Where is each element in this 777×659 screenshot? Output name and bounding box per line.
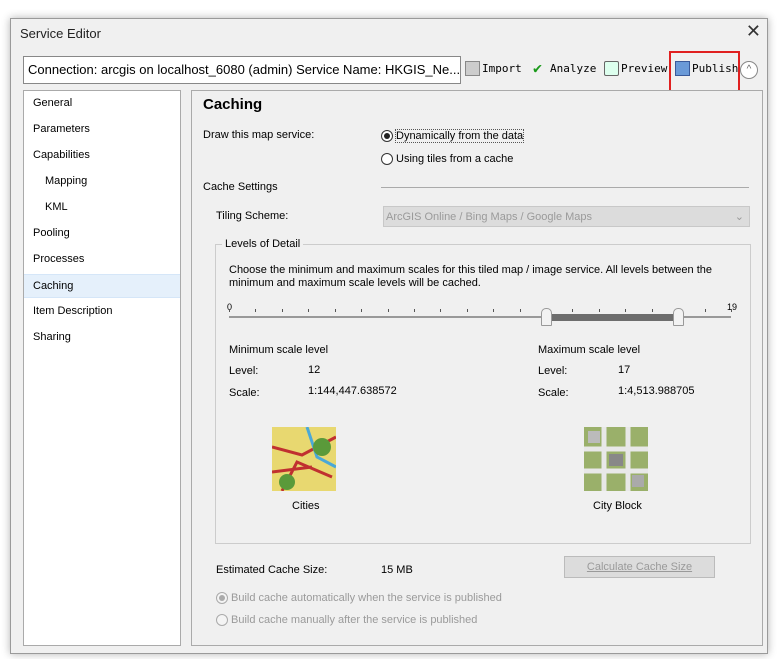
min-scale-label: Scale:	[229, 387, 260, 399]
import-button[interactable]: Import	[465, 61, 522, 76]
slider-range	[546, 314, 679, 321]
slider-tick	[731, 309, 732, 312]
preview-icon	[604, 61, 619, 76]
draw-label: Draw this map service:	[203, 129, 315, 141]
tiling-label: Tiling Scheme:	[216, 210, 289, 222]
cache-settings-label: Cache Settings	[203, 181, 278, 193]
slider-thumb-max[interactable]	[673, 308, 685, 326]
slider-tick	[440, 309, 442, 312]
import-icon	[465, 61, 480, 76]
city-block-image	[584, 427, 648, 491]
city-block-label: City Block	[593, 500, 642, 512]
sidebar-item-item-description[interactable]: Item Description	[24, 300, 180, 324]
chevron-down-icon: ⌄	[734, 211, 744, 223]
preview-button[interactable]: Preview	[604, 61, 667, 76]
lod-description: Choose the minimum and maximum scales fo…	[229, 264, 712, 289]
slider-tick	[572, 309, 574, 312]
slider-tick	[519, 309, 521, 312]
radio-build-auto[interactable]	[216, 592, 228, 604]
scale-level-slider[interactable]	[229, 306, 732, 336]
radio-build-manual-label[interactable]: Build cache manually after the service i…	[231, 614, 477, 626]
slider-tick	[308, 309, 310, 312]
slider-tick	[598, 309, 600, 312]
slider-tick	[466, 309, 468, 312]
page-title: Caching	[203, 96, 263, 113]
radio-build-auto-label[interactable]: Build cache automatically when the servi…	[231, 592, 502, 604]
sidebar: General Parameters Capabilities Mapping …	[23, 90, 181, 646]
cities-map-image	[272, 427, 336, 491]
slider-tick	[387, 309, 389, 312]
checkmark-icon: ✔	[533, 59, 543, 77]
sidebar-item-sharing[interactable]: Sharing	[24, 326, 180, 350]
min-level-value: 12	[308, 364, 321, 376]
min-scale-title: Minimum scale level	[229, 344, 329, 356]
slider-thumb-min[interactable]	[541, 308, 553, 326]
close-button[interactable]: ✕	[746, 21, 761, 42]
sidebar-item-caching[interactable]: Caching	[24, 274, 180, 298]
cities-label: Cities	[292, 500, 320, 512]
max-level-label: Level:	[538, 365, 568, 377]
sidebar-item-capabilities[interactable]: Capabilities	[24, 144, 180, 168]
slider-tick	[413, 309, 415, 312]
collapse-button[interactable]: ^	[740, 61, 758, 79]
slider-tick	[255, 309, 257, 312]
radio-dynamic-label[interactable]: Dynamically from the data	[394, 129, 525, 143]
radio-tiles[interactable]	[381, 153, 393, 165]
window-title: Service Editor	[20, 26, 101, 41]
radio-build-manual[interactable]	[216, 614, 228, 626]
highlight-box	[669, 51, 740, 95]
sidebar-item-kml[interactable]: KML	[24, 196, 180, 220]
estimated-size-value: 15 MB	[381, 564, 413, 576]
slider-tick	[625, 309, 627, 312]
slider-tick	[493, 309, 495, 312]
sidebar-item-pooling[interactable]: Pooling	[24, 222, 180, 246]
sidebar-item-general[interactable]: General	[24, 92, 180, 116]
analyze-button[interactable]: ✔ Analyze	[533, 61, 596, 76]
caching-panel: Caching Draw this map service: Dynamical…	[191, 90, 763, 646]
min-level-label: Level:	[229, 365, 259, 377]
sidebar-item-parameters[interactable]: Parameters	[24, 118, 180, 142]
service-editor-dialog: Service Editor ✕ Connection: arcgis on l…	[10, 18, 768, 654]
slider-tick	[281, 309, 283, 312]
max-level-value: 17	[618, 364, 631, 376]
radio-dynamic[interactable]	[381, 130, 393, 142]
slider-tick	[229, 309, 230, 312]
lod-title: Levels of Detail	[222, 238, 304, 250]
estimated-size-label: Estimated Cache Size:	[216, 564, 328, 576]
calculate-cache-size-button[interactable]: Calculate Cache Size	[564, 556, 715, 578]
sidebar-item-processes[interactable]: Processes	[24, 248, 180, 272]
max-scale-label: Scale:	[538, 387, 569, 399]
divider	[381, 187, 749, 188]
slider-tick	[704, 309, 706, 312]
sidebar-item-mapping[interactable]: Mapping	[24, 170, 180, 194]
slider-tick	[361, 309, 363, 312]
max-scale-value: 1:4,513.988705	[618, 385, 695, 397]
radio-tiles-label[interactable]: Using tiles from a cache	[396, 153, 513, 165]
connection-field: Connection: arcgis on localhost_6080 (ad…	[23, 56, 461, 84]
min-scale-value: 1:144,447.638572	[308, 385, 397, 397]
max-scale-title: Maximum scale level	[538, 344, 641, 356]
tiling-scheme-select[interactable]: ArcGIS Online / Bing Maps / Google Maps …	[383, 206, 750, 227]
slider-tick	[651, 309, 653, 312]
slider-tick	[334, 309, 336, 312]
